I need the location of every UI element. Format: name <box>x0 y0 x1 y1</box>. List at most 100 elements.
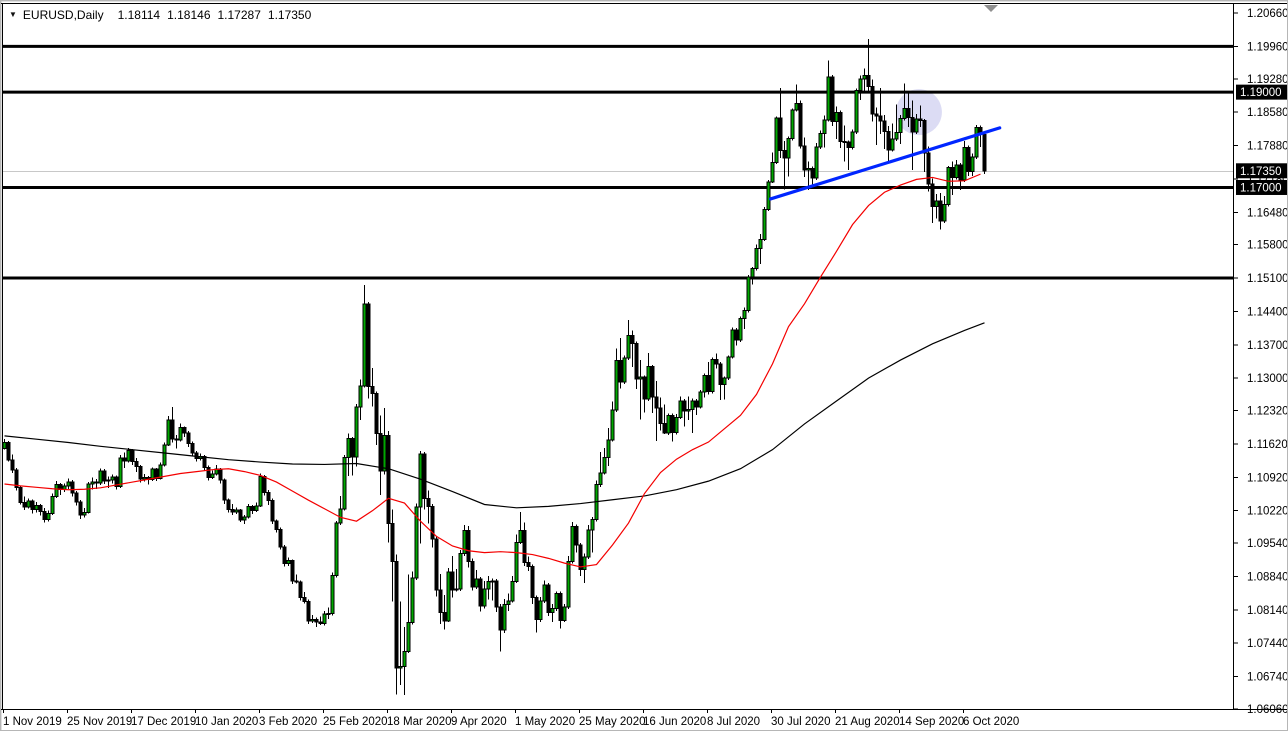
candle-body <box>967 147 970 171</box>
candle <box>563 604 566 622</box>
chart-canvas[interactable]: 1.206601.199601.192801.185801.178801.171… <box>1 1 1288 731</box>
chart-shift-marker-icon <box>984 5 998 12</box>
candle-body <box>675 417 678 432</box>
date-tick-label: 1 May 2020 <box>515 716 575 728</box>
candle <box>135 458 138 472</box>
candle <box>731 328 734 359</box>
candle-body <box>699 392 702 407</box>
candle-body <box>731 330 734 357</box>
candle-body <box>191 443 194 453</box>
candle-body <box>687 410 690 411</box>
candle-body <box>607 440 610 457</box>
close-value: 1.17350 <box>268 8 311 22</box>
candle <box>555 592 558 611</box>
candle <box>623 355 626 384</box>
candle <box>299 580 302 600</box>
candle-body <box>263 476 266 492</box>
candle-body <box>35 505 38 509</box>
candle <box>771 153 774 184</box>
candle-body <box>471 562 474 587</box>
candle <box>611 402 614 442</box>
moving-averages-layer <box>5 174 985 567</box>
candle-body <box>623 358 626 382</box>
date-tick-label: 18 Mar 2020 <box>387 716 452 728</box>
candle <box>727 355 730 380</box>
candle <box>403 627 406 695</box>
candle-body <box>291 561 294 581</box>
candle <box>211 471 214 480</box>
candle <box>635 341 638 389</box>
candle <box>847 140 850 170</box>
candle-body <box>39 505 42 511</box>
candle-body <box>783 150 786 158</box>
candle-body <box>495 581 498 607</box>
candle-body <box>795 104 798 110</box>
candle <box>891 124 894 152</box>
candle <box>311 615 314 623</box>
candle-body <box>895 133 898 139</box>
candle <box>167 416 170 446</box>
candle <box>759 234 762 264</box>
candle-body <box>435 539 438 590</box>
candle-body <box>647 367 650 399</box>
candle <box>479 577 482 611</box>
date-tick-label: 6 Oct 2020 <box>963 716 1019 728</box>
candle-body <box>79 502 82 515</box>
candle <box>435 536 438 596</box>
candle-body <box>915 119 918 132</box>
candle <box>691 399 694 433</box>
candle <box>963 141 966 182</box>
candle <box>763 207 766 241</box>
candle-body <box>91 482 94 484</box>
candle <box>875 107 878 145</box>
date-tick-label: 9 Apr 2020 <box>451 716 507 728</box>
candle-body <box>271 501 274 521</box>
candle <box>715 353 718 368</box>
candle-body <box>835 113 838 122</box>
candle-body <box>771 163 774 182</box>
candle-body <box>947 167 950 204</box>
candle-body <box>779 118 782 150</box>
candle <box>699 390 702 409</box>
candle <box>191 442 194 457</box>
time-axis[interactable]: 1 Nov 201925 Nov 201917 Dec 201910 Jan 2… <box>3 709 1019 728</box>
candle-body <box>119 458 122 486</box>
candle-body <box>55 484 58 496</box>
candle-body <box>359 386 362 407</box>
candle-body <box>363 304 366 386</box>
candle <box>551 604 554 622</box>
candle <box>787 136 790 176</box>
candle <box>751 267 754 285</box>
chart-objects-back-layer[interactable] <box>3 46 1233 278</box>
candle <box>695 399 698 415</box>
candle <box>79 500 82 519</box>
candle <box>531 565 534 605</box>
price-tick-label: 1.20660 <box>1247 8 1288 20</box>
candle-body <box>799 104 802 146</box>
candle-body <box>503 605 506 630</box>
candle-body <box>319 622 322 623</box>
candle-body <box>455 589 458 590</box>
price-tick-label: 1.14400 <box>1247 306 1288 318</box>
candle-body <box>167 420 170 445</box>
price-axis[interactable]: 1.206601.199601.192801.185801.178801.171… <box>1233 8 1288 716</box>
candle <box>971 154 974 176</box>
candle-body <box>935 201 938 207</box>
candle <box>575 525 578 553</box>
candle <box>543 580 546 603</box>
candle-body <box>659 408 662 423</box>
candle-body <box>259 476 262 506</box>
date-tick-label: 10 Jan 2020 <box>195 716 258 728</box>
candle <box>599 452 602 487</box>
open-value: 1.18114 <box>118 8 161 22</box>
candle-body <box>815 147 818 178</box>
candle-body <box>723 378 726 384</box>
candle <box>519 512 522 544</box>
candle <box>179 423 182 441</box>
candle <box>935 194 938 218</box>
candle <box>99 469 102 485</box>
candle <box>679 396 682 419</box>
candle <box>51 494 54 515</box>
candle <box>303 592 306 603</box>
candle-body <box>683 401 686 411</box>
